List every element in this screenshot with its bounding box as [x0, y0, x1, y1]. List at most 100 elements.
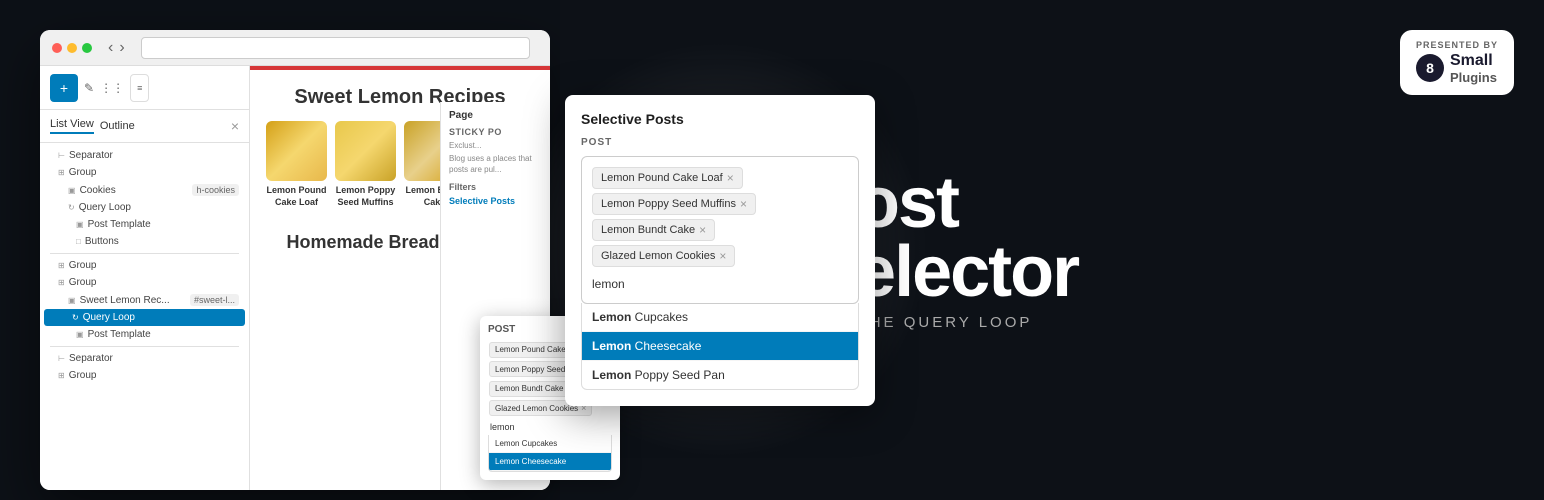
chip-label-3: Lemon Bundt Cake — [601, 224, 695, 236]
rest-text-1: Cupcakes — [631, 310, 688, 324]
sidebar-item-label: Group — [69, 277, 97, 288]
sidebar-item-group4[interactable]: ⊞ Group — [40, 367, 249, 384]
sidebar-item-sweet-lemon[interactable]: ▣ Sweet Lemon Rec... #sweet-l... — [40, 291, 249, 309]
browser-nav: ‹ › — [108, 39, 125, 57]
chip-remove-2[interactable]: × — [740, 197, 747, 211]
sidebar-toolbar: + ✎ ⋮⋮ ≡ — [40, 66, 249, 110]
chip-remove-3[interactable]: × — [699, 223, 706, 237]
selected-posts-box[interactable]: Lemon Pound Cake Loaf × Lemon Poppy Seed… — [581, 156, 859, 304]
recipe-image-1 — [266, 121, 327, 181]
group3-icon: ⊞ — [58, 278, 65, 287]
sidebar-item-label: Cookies — [80, 185, 116, 196]
sidebar-item-label: Query Loop — [79, 202, 131, 213]
editor-section: ‹ › + ✎ ⋮⋮ ≡ List View Outline — [0, 0, 560, 500]
maximize-dot[interactable] — [82, 43, 92, 53]
sidebar-item-label: Group — [69, 260, 97, 271]
sidebar-item-separator1[interactable]: ⊢ Separator — [40, 147, 249, 164]
sidebar-item-label: Group — [69, 370, 97, 381]
popup-container: Selective Posts POST Lemon Pound Cake Lo… — [565, 95, 875, 406]
dropdown-item-poppy-pan[interactable]: Lemon Poppy Seed Pan — [582, 361, 858, 389]
small-plugins-logo: 8 — [1416, 54, 1444, 82]
group-icon: ⊞ — [58, 168, 65, 177]
template-icon: ▣ — [76, 220, 84, 229]
back-icon[interactable]: ‹ — [108, 39, 113, 57]
chip-remove-4[interactable]: × — [719, 249, 726, 263]
sidebar-divider2 — [50, 346, 239, 347]
browser-toolbar: ‹ › — [40, 30, 550, 66]
recipe-card-2: Lemon Poppy Seed Muffins — [335, 121, 396, 220]
sidebar-close-button[interactable]: × — [231, 118, 239, 134]
forward-icon[interactable]: › — [119, 39, 124, 57]
sidebar-item-query-loop1[interactable]: ↻ Query Loop — [40, 199, 249, 216]
url-bar[interactable] — [141, 37, 530, 59]
sidebar-item-group1[interactable]: ⊞ Group — [40, 164, 249, 181]
chip-remove-1[interactable]: × — [727, 171, 734, 185]
dropdown-item-cupcakes[interactable]: Lemon Cupcakes — [582, 303, 858, 332]
rest-text-2: Cheesecake — [631, 339, 701, 353]
tag-lemon-pound: Lemon Pound Cake Loaf × — [590, 165, 850, 191]
presented-label: PRESENTED BY — [1416, 40, 1498, 50]
sidebar-item-label: Query Loop — [83, 312, 135, 323]
minimize-dot[interactable] — [67, 43, 77, 53]
tag-chip-2: Lemon Poppy Seed Muffins × — [592, 193, 756, 215]
recipe-card-1: Lemon Pound Cake Loaf — [266, 121, 327, 220]
selective-posts-panel: Selective Posts POST Lemon Pound Cake Lo… — [565, 95, 875, 406]
sidebar-item-label: Group — [69, 167, 97, 178]
tag-lemon-poppy: Lemon Poppy Seed Muffins × — [590, 191, 850, 217]
highlight-lemon1: Lemon — [592, 310, 631, 324]
tag-chip-4: Glazed Lemon Cookies × — [592, 245, 735, 267]
sidebar-item-post-template2[interactable]: ▣ Post Template — [40, 326, 249, 343]
chip-label-1: Lemon Pound Cake Loaf — [601, 172, 723, 184]
recipe-label-1: Lemon Pound Cake Loaf — [266, 185, 327, 208]
mini-chip-label-3: Lemon Bundt Cake — [495, 384, 564, 393]
svg-text:8: 8 — [1426, 60, 1434, 76]
drag-icon: ⋮⋮ — [100, 81, 124, 95]
post-label: POST — [581, 137, 859, 148]
sidebar-item-label: Post Template — [88, 219, 151, 230]
sep2-icon: ⊢ — [58, 354, 65, 363]
browser-window: ‹ › + ✎ ⋮⋮ ≡ List View Outline — [40, 30, 550, 490]
sidebar-items-list: ⊢ Separator ⊞ Group ▣ Cookies h-cookies … — [40, 143, 249, 388]
sidebar-item-label: Separator — [69, 353, 113, 364]
template2-icon: ▣ — [76, 330, 84, 339]
tab-list-view[interactable]: List View — [50, 118, 94, 134]
list-view-button[interactable]: ≡ — [130, 74, 149, 102]
group4-icon: ⊞ — [58, 371, 65, 380]
sidebar-item-separator2[interactable]: ⊢ Separator — [40, 350, 249, 367]
sidebar-item-label: Post Template — [88, 329, 151, 340]
wp-editor: + ✎ ⋮⋮ ≡ List View Outline × ⊢ Separat — [40, 66, 550, 490]
tab-outline[interactable]: Outline — [100, 120, 135, 132]
tag-glazed-lemon: Glazed Lemon Cookies × — [590, 243, 850, 269]
recipe-image-2 — [335, 121, 396, 181]
recipe-label-2: Lemon Poppy Seed Muffins — [335, 185, 396, 208]
sidebar-item-group2[interactable]: ⊞ Group — [40, 257, 249, 274]
dropdown-list: Lemon Cupcakes Lemon Cheesecake Lemon Po… — [581, 303, 859, 390]
sidebar-item-label: Sweet Lemon Rec... — [80, 295, 170, 306]
sidebar-item-buttons[interactable]: □ Buttons — [40, 233, 249, 250]
sidebar-item-query-loop2[interactable]: ↻ Query Loop — [44, 309, 245, 326]
sidebar-item-cookies[interactable]: ▣ Cookies h-cookies — [40, 181, 249, 199]
sidebar-item-label: Buttons — [85, 236, 119, 247]
search-input[interactable] — [590, 273, 850, 295]
sidebar-item-group3[interactable]: ⊞ Group — [40, 274, 249, 291]
close-dot[interactable] — [52, 43, 62, 53]
sidebar-tabs: List View Outline × — [40, 110, 249, 143]
browser-dots — [52, 43, 92, 53]
sidebar-item-post-template1[interactable]: ▣ Post Template — [40, 216, 249, 233]
sidebar-divider1 — [50, 253, 239, 254]
group2-icon: ⊞ — [58, 261, 65, 270]
panel-title: Selective Posts — [581, 111, 859, 127]
presented-by-badge: PRESENTED BY 8 Small Plugins — [1400, 30, 1514, 95]
tag-chip-3: Lemon Bundt Cake × — [592, 219, 715, 241]
cookies-badge: h-cookies — [192, 184, 239, 196]
chip-label-4: Glazed Lemon Cookies — [601, 250, 715, 262]
buttons-icon: □ — [76, 237, 81, 246]
company-name-line2: Plugins — [1450, 70, 1497, 85]
rest-text-3: Poppy Seed Pan — [631, 368, 724, 382]
company-name-line1: Small — [1450, 52, 1497, 70]
separator-icon: ⊢ — [58, 151, 65, 160]
sweet-badge: #sweet-l... — [190, 294, 239, 306]
add-block-button[interactable]: + — [50, 74, 78, 102]
dropdown-item-cheesecake[interactable]: Lemon Cheesecake — [582, 332, 858, 361]
highlight-lemon2: Lemon — [592, 339, 631, 353]
